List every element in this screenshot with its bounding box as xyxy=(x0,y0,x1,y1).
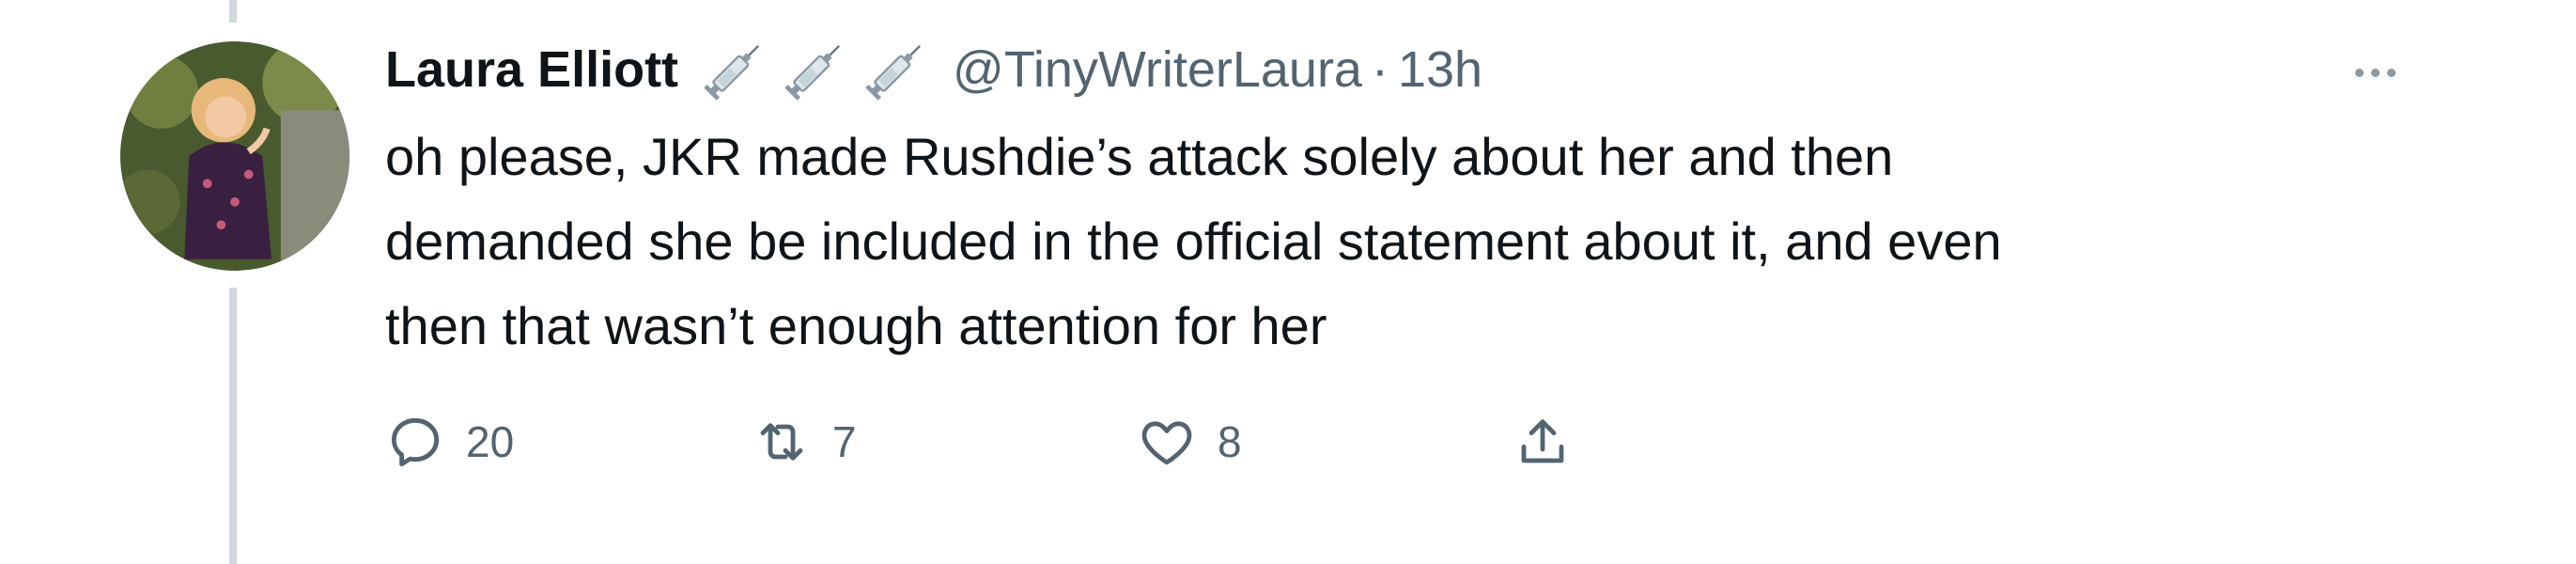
avatar-image xyxy=(120,41,349,271)
tweet-text-line: demanded she be included in the official… xyxy=(385,212,2002,271)
like-button[interactable]: 8 xyxy=(1137,404,1242,479)
more-dot xyxy=(2354,68,2364,77)
tweet-text-line: oh please, JKR made Rushdie’s attack sol… xyxy=(385,127,1894,186)
thread-connector-top xyxy=(229,0,237,23)
syringe-icon xyxy=(865,44,922,101)
share-button[interactable] xyxy=(1513,404,1573,479)
retweet-count: 7 xyxy=(832,417,857,466)
display-name[interactable]: Laura Elliott xyxy=(385,40,678,99)
reply-count: 20 xyxy=(466,417,515,466)
avatar[interactable] xyxy=(120,41,349,271)
tweet-timestamp[interactable]: 13h xyxy=(1398,40,1482,99)
tweet-header: Laura Elliott @TinyWriterLaura · 13h xyxy=(385,30,2490,109)
header-separator: · xyxy=(1371,41,1389,98)
retweet-button[interactable]: 7 xyxy=(752,404,857,479)
more-dot xyxy=(2370,68,2380,77)
tweet-text: oh please, JKR made Rushdie’s attack sol… xyxy=(385,115,2452,368)
name-emoji-badges xyxy=(699,34,932,105)
tweet-text-line: then that wasn’t enough attention for he… xyxy=(385,296,1327,355)
tweet-body: Laura Elliott @TinyWriterLaura · 13h oh … xyxy=(385,30,2490,368)
tweet-actions: 20 7 8 xyxy=(385,404,1700,479)
thread-connector-bottom xyxy=(229,288,237,564)
heart-icon xyxy=(1141,421,1192,465)
like-count: 8 xyxy=(1218,417,1242,466)
share-icon xyxy=(1521,419,1564,463)
more-dot xyxy=(2386,68,2396,77)
more-options-button[interactable] xyxy=(2339,49,2411,96)
user-handle[interactable]: @TinyWriterLaura xyxy=(953,40,1362,99)
retweet-icon xyxy=(760,423,803,461)
reply-button[interactable]: 20 xyxy=(385,404,514,479)
syringe-icon xyxy=(784,44,841,101)
syringe-icon xyxy=(704,44,760,101)
reply-icon xyxy=(391,417,440,467)
